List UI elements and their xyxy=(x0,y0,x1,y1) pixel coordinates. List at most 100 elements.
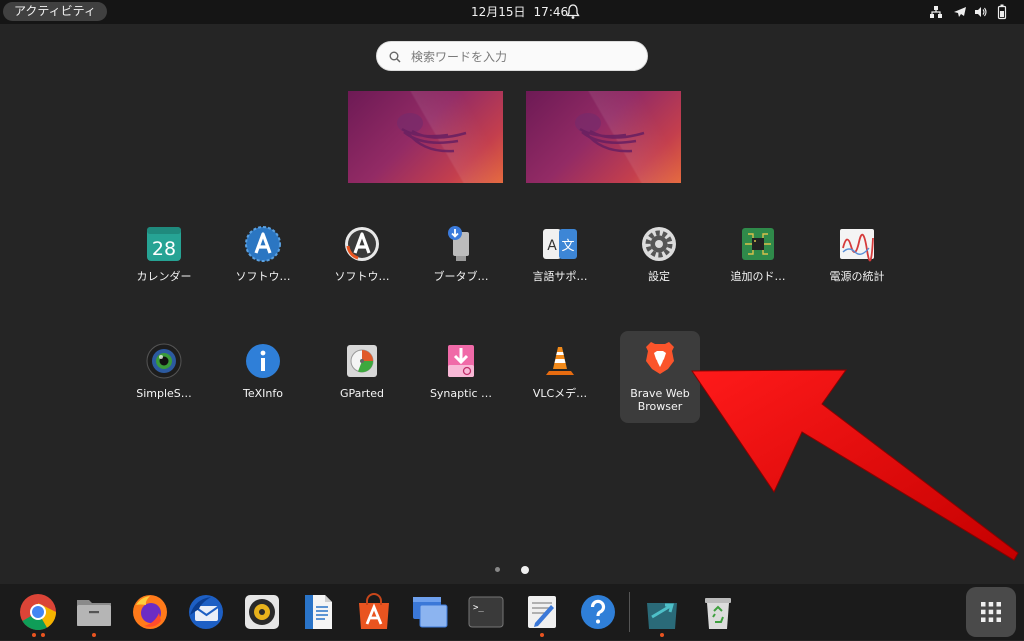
software-updater-icon xyxy=(245,226,281,262)
running-indicator xyxy=(660,633,664,637)
app-brave-browser[interactable]: Brave Web Browser xyxy=(620,331,700,423)
thunderbird-icon xyxy=(189,595,223,629)
volume-icon[interactable] xyxy=(974,4,988,20)
jellyfish-icon xyxy=(575,113,645,153)
app-startup-disk-creator[interactable]: ブータブ… xyxy=(421,218,501,310)
app-gparted[interactable]: GParted xyxy=(322,335,402,427)
battery-icon[interactable] xyxy=(996,4,1008,20)
chrome-icon xyxy=(20,594,57,631)
jellyfish-icon xyxy=(397,113,467,153)
app-synaptic[interactable]: Synaptic … xyxy=(421,335,501,427)
app-label: Brave Web Browser xyxy=(630,387,690,413)
app-software-properties[interactable]: ソフトウ… xyxy=(322,218,402,310)
dock-synaptic[interactable] xyxy=(643,593,681,631)
speaker-icon xyxy=(245,595,279,629)
activities-button[interactable]: アクティビティ xyxy=(3,2,107,21)
app-power-statistics[interactable]: 電源の統計 xyxy=(817,218,897,310)
help-icon xyxy=(581,595,615,629)
clock-time: 17:46 xyxy=(533,5,569,19)
gear-icon xyxy=(642,227,676,261)
terminal-icon: >_ xyxy=(468,596,504,628)
app-simplescreenrecorder[interactable]: SimpleS… xyxy=(124,335,204,427)
dock-firefox[interactable] xyxy=(131,593,169,631)
app-label: ソフトウ… xyxy=(235,270,291,283)
svg-text:文: 文 xyxy=(561,239,574,254)
info-icon xyxy=(246,344,280,378)
running-indicator xyxy=(41,633,45,637)
app-calendar[interactable]: 28 カレンダー xyxy=(124,218,204,310)
firefox-icon xyxy=(133,595,167,629)
text-editor-icon xyxy=(528,596,556,628)
page-dot-1[interactable] xyxy=(495,567,500,572)
network-icon[interactable] xyxy=(929,4,943,20)
usb-drive-icon xyxy=(448,226,469,261)
app-label: SimpleS… xyxy=(136,387,192,400)
app-label: VLCメデ… xyxy=(532,387,588,400)
red-arrow-annotation xyxy=(691,369,1019,561)
app-label: 言語サポ… xyxy=(532,270,588,283)
app-vlc[interactable]: VLCメデ… xyxy=(520,335,600,427)
package-download-icon xyxy=(448,345,474,377)
calendar-icon: 28 xyxy=(147,227,181,261)
dock-trash[interactable] xyxy=(699,593,737,631)
dock-libreoffice-writer[interactable] xyxy=(299,593,337,631)
dock-rhythmbox[interactable] xyxy=(243,593,281,631)
app-label: 電源の統計 xyxy=(829,270,885,283)
clock[interactable]: 12月15日 17:46 xyxy=(471,0,568,24)
app-label: 追加のド… xyxy=(730,270,786,283)
app-settings[interactable]: 設定 xyxy=(619,218,699,310)
bell-icon xyxy=(566,4,580,19)
search-box[interactable] xyxy=(376,41,648,71)
dock-chrome[interactable] xyxy=(19,593,57,631)
app-grid-icon xyxy=(981,602,1001,622)
workspace-thumbnail-1[interactable] xyxy=(348,91,503,183)
svg-text:A: A xyxy=(547,238,557,254)
software-properties-icon xyxy=(345,227,379,261)
synaptic-icon xyxy=(647,603,677,629)
writer-document-icon xyxy=(305,595,332,629)
dock-text-editor[interactable] xyxy=(523,593,561,631)
dock-workspaces[interactable] xyxy=(411,593,449,631)
app-label: GParted xyxy=(340,387,384,400)
running-indicator xyxy=(32,633,36,637)
camera-lens-icon xyxy=(146,343,182,379)
app-additional-drivers[interactable]: 追加のド… xyxy=(718,218,798,310)
app-language-support[interactable]: A 文 言語サポ… xyxy=(520,218,600,310)
graph-icon xyxy=(840,229,874,262)
disk-partition-icon xyxy=(347,345,377,377)
brave-lion-icon xyxy=(646,342,674,374)
app-texinfo[interactable]: TeXInfo xyxy=(223,335,303,427)
app-software-updater[interactable]: ソフトウ… xyxy=(223,218,303,310)
running-indicator xyxy=(540,633,544,637)
dock-separator xyxy=(629,592,630,632)
dock: >_ xyxy=(0,584,1024,640)
airplane-icon[interactable] xyxy=(953,4,967,20)
workspace-thumbnail-2[interactable] xyxy=(526,91,681,183)
folder-icon xyxy=(77,600,111,626)
top-bar: アクティビティ 12月15日 17:46 xyxy=(0,0,1024,24)
show-applications-button[interactable] xyxy=(966,587,1016,637)
svg-text:28: 28 xyxy=(152,238,176,260)
app-label: カレンダー xyxy=(136,270,192,283)
search-input[interactable] xyxy=(409,47,638,67)
windows-icon xyxy=(413,597,448,628)
app-label: TeXInfo xyxy=(243,387,283,400)
dock-ubuntu-software[interactable] xyxy=(355,593,393,631)
app-label: Synaptic … xyxy=(429,387,493,400)
dock-thunderbird[interactable] xyxy=(187,593,225,631)
shopping-bag-icon xyxy=(359,593,389,629)
running-indicator xyxy=(92,633,96,637)
app-label: ブータブ… xyxy=(433,270,489,283)
search-icon xyxy=(389,51,401,63)
chip-icon xyxy=(742,228,774,260)
traffic-cone-icon xyxy=(546,347,574,375)
language-icon: A 文 xyxy=(543,229,577,259)
dock-terminal[interactable]: >_ xyxy=(467,593,505,631)
dock-files[interactable] xyxy=(75,593,113,631)
app-label: ソフトウ… xyxy=(334,270,390,283)
svg-text:>_: >_ xyxy=(473,603,484,613)
app-label: 設定 xyxy=(648,270,670,283)
page-dot-2[interactable] xyxy=(521,566,529,574)
trash-icon xyxy=(705,598,731,629)
dock-help[interactable] xyxy=(579,593,617,631)
